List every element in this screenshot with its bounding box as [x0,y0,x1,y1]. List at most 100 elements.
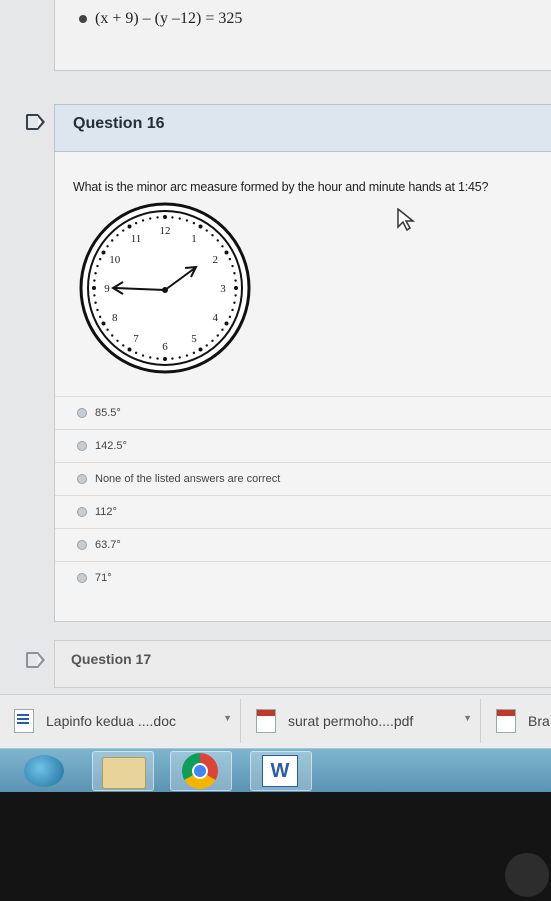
clock-tick [211,234,214,237]
clock-tick [93,294,96,297]
word-icon[interactable]: W [262,755,298,787]
download-label[interactable]: Lapinfo kedua ....doc [46,713,176,729]
download-item[interactable]: Bra [482,699,551,743]
clock-tick [156,216,159,219]
option-row[interactable]: 71° [55,561,551,594]
clock-tick [127,224,132,229]
chevron-down-icon[interactable]: ▼ [223,713,232,723]
clock-tick [101,321,106,326]
clock-tick [221,328,224,331]
selected-radio[interactable] [79,15,87,23]
clock-tick [228,315,232,319]
download-label[interactable]: surat permoho....pdf [288,713,413,729]
clock-number: 7 [133,333,139,345]
option-row[interactable]: None of the listed answers are correct [55,462,551,495]
clock-tick [134,351,138,355]
option-row[interactable]: 85.5° [55,396,551,429]
clock-tick [233,301,236,304]
chevron-down-icon[interactable]: ▼ [463,713,472,723]
clock-tick [231,264,234,268]
clock-tick [185,354,189,357]
clock-number: 4 [212,312,218,324]
clock-number: 6 [162,341,168,353]
clock-number: 10 [109,254,121,266]
clock-tick [234,286,238,290]
pdf-icon [256,709,276,733]
radio-button[interactable] [77,507,87,517]
clock-tick [111,239,114,242]
flag-question-icon[interactable] [26,114,45,130]
clock-number: 3 [220,283,226,295]
clock-tick [127,347,132,352]
option-row[interactable]: 112° [55,495,551,528]
option-label[interactable]: 142.5° [95,440,127,452]
clock-number: 8 [112,312,118,324]
hp-logo [505,853,549,897]
radio-button[interactable] [77,540,87,550]
clock-tick [101,250,106,255]
selected-answer: (x + 9) – (y –12) = 325 [79,10,242,28]
clock-number: 1 [191,233,197,245]
laptop-bezel [0,792,551,901]
clock-tick [231,308,234,312]
clock-tick [185,219,189,222]
clock-tick [234,279,237,282]
clock-tick [224,250,229,255]
clock-tick [141,219,145,222]
selected-answer-text: (x + 9) – (y –12) = 325 [95,10,243,27]
radio-button[interactable] [77,441,87,451]
clock-tick [178,356,181,359]
option-label[interactable]: 63.7° [95,539,121,551]
previous-question-card: (x + 9) – (y –12) = 325 [54,0,551,71]
clock-tick [234,294,237,297]
option-row[interactable]: 63.7° [55,528,551,561]
download-label[interactable]: Bra [528,713,550,729]
clock-tick [98,315,102,319]
option-label[interactable]: 71° [95,572,112,584]
clock-tick [149,217,152,220]
clock-tick [228,257,232,261]
clock-tick [198,224,203,229]
radio-button[interactable] [77,474,87,484]
question-16-text: What is the minor arc measure formed by … [73,180,489,194]
clock-image: 121234567891011 [79,202,251,374]
clock-tick [141,354,145,357]
clock-number: 5 [191,333,197,345]
download-item[interactable]: surat permoho....pdf ▼ [242,699,481,743]
clock-tick [156,357,159,360]
radio-button[interactable] [77,408,87,418]
folder-icon[interactable] [102,757,146,789]
option-label[interactable]: 112° [95,506,117,518]
question-16-header: Question 16 [54,104,551,152]
question-17-header: Question 17 [54,640,551,688]
clock-tick [98,257,102,261]
clock-tick [171,216,174,219]
pdf-icon [496,709,516,733]
chrome-icon[interactable] [182,753,218,789]
clock-tick [171,357,174,360]
clock-tick [122,229,125,232]
option-row[interactable]: 142.5° [55,429,551,462]
clock-tick [205,229,208,232]
clock-tick [116,234,119,237]
clock-tick [134,221,138,225]
download-item[interactable]: Lapinfo kedua ....doc ▼ [0,699,241,743]
option-label[interactable]: 85.5° [95,407,121,419]
clock-tick [163,357,167,361]
clock-tick [205,344,208,347]
flag-question-icon[interactable] [26,652,45,668]
question-16-body: What is the minor arc measure formed by … [54,152,551,622]
clock-tick [192,221,196,225]
clock-tick [111,334,114,337]
clock-tick [96,308,99,312]
clock-number: 2 [212,254,218,266]
question-17-title: Question 17 [71,651,152,667]
option-label[interactable]: None of the listed answers are correct [95,473,280,485]
question-16-title: Question 16 [73,115,165,132]
start-button-icon[interactable] [24,755,64,787]
radio-button[interactable] [77,573,87,583]
clock-tick [106,245,109,248]
clock-tick [211,339,214,342]
clock-tick [149,356,152,359]
clock-number: 9 [104,283,110,295]
